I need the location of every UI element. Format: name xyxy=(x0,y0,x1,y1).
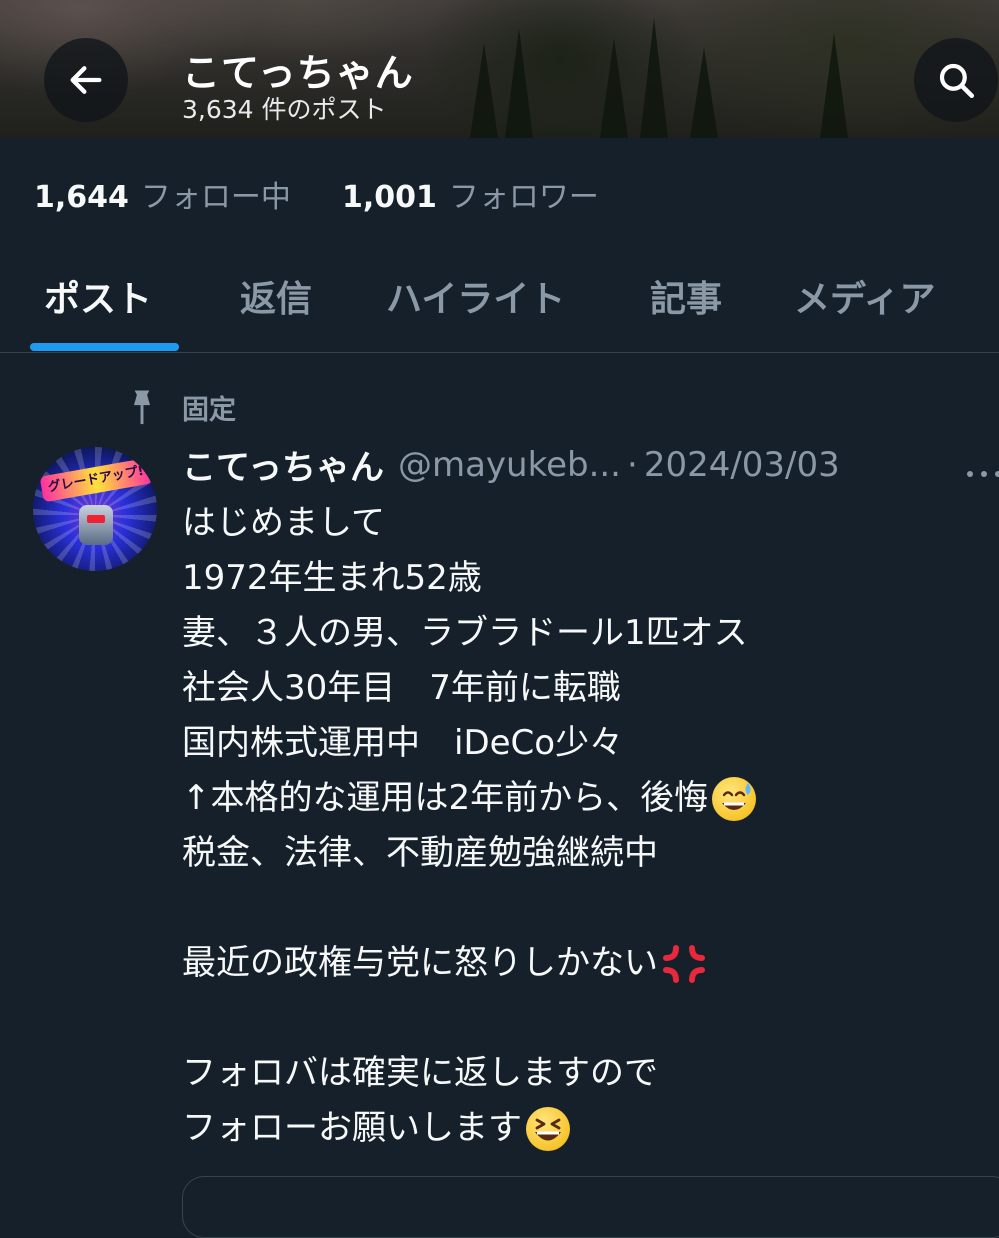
arrow-left-icon xyxy=(70,66,102,94)
sweat-smile-emoji xyxy=(710,775,758,823)
tweet-line-text: 最近の政権与党に怒りしかない xyxy=(182,943,658,983)
tweet-line: 社会人30年目 7年前に転職 xyxy=(182,668,621,708)
search-icon xyxy=(939,63,975,99)
tweet-line: はじめまして xyxy=(182,503,385,543)
profile-banner xyxy=(0,0,999,138)
followers-link[interactable]: 1,001 フォロワー xyxy=(332,180,599,215)
header-post-count: 3,634 件のポスト xyxy=(182,95,387,124)
tweet-author-name[interactable]: こてっちゃん xyxy=(182,440,384,489)
tweet-author-handle[interactable]: @mayukeb... xyxy=(398,445,621,485)
pinned-indicator: 固定 xyxy=(124,388,236,427)
tweet-line: 1972年生まれ52歳 xyxy=(182,558,482,598)
tab-posts[interactable]: ポスト xyxy=(44,270,152,322)
tweet-line: 国内株式運用中 iDeCo少々 xyxy=(182,723,624,763)
tweet-line-text: ↑本格的な運用は2年前から、後悔 xyxy=(182,778,709,818)
anger-symbol-emoji xyxy=(660,940,708,988)
tab-highlights[interactable]: ハイライト xyxy=(386,270,565,322)
tweet-header: こてっちゃん @mayukeb... · 2024/03/03 xyxy=(182,440,997,489)
back-button[interactable] xyxy=(44,38,128,122)
tweet-line: 最近の政権与党に怒りしかない xyxy=(182,936,982,991)
search-button[interactable] xyxy=(914,38,998,122)
tweet-line: 妻、３人の男、ラブラドール1匹オス xyxy=(182,613,748,653)
tweet-line-text: フォローお願いします xyxy=(182,1108,522,1148)
profile-tabs: ポスト 返信 ハイライト 記事 メディア xyxy=(0,250,999,353)
following-label: フォロー中 xyxy=(140,180,291,215)
following-link[interactable]: 1,644 フォロー中 xyxy=(34,180,300,215)
header-display-name: こてっちゃん xyxy=(182,51,414,95)
tweet-line: フォローお願いします xyxy=(182,1101,982,1156)
tweet-line: ↑本格的な運用は2年前から、後悔 xyxy=(182,771,982,826)
tweet-text: はじめまして 1972年生まれ52歳 妻、３人の男、ラブラドール1匹オス 社会人… xyxy=(182,496,982,1156)
pinned-label: 固定 xyxy=(182,395,236,426)
quoted-card[interactable] xyxy=(182,1176,999,1238)
tweet-line: フォロバは確実に返しますので xyxy=(182,1053,658,1093)
tab-media[interactable]: メディア xyxy=(794,270,935,322)
follow-stats: 1,644 フォロー中 1,001 フォロワー xyxy=(34,172,599,216)
tab-articles[interactable]: 記事 xyxy=(650,270,722,322)
avatar[interactable]: グレードアップ! xyxy=(33,447,157,571)
followers-label: フォロワー xyxy=(448,180,599,215)
followers-count: 1,001 xyxy=(342,180,437,215)
laughing-emoji xyxy=(524,1105,572,1153)
separator: · xyxy=(627,444,638,485)
tweet-line: 税金、法律、不動産勉強継続中 xyxy=(182,833,658,873)
more-icon xyxy=(967,471,999,477)
following-count: 1,644 xyxy=(34,180,129,215)
active-tab-indicator xyxy=(30,343,179,351)
tweet-date[interactable]: 2024/03/03 xyxy=(644,445,840,485)
more-options-button[interactable] xyxy=(966,464,999,483)
pin-icon xyxy=(124,389,160,427)
tab-replies[interactable]: 返信 xyxy=(240,270,312,322)
